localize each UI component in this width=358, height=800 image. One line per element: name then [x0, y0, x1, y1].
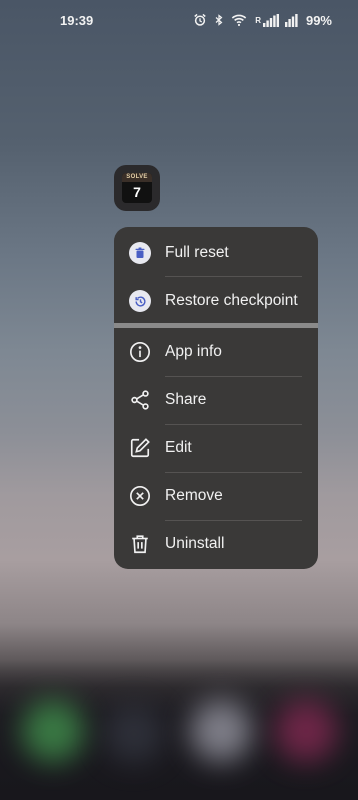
battery-level: 99%	[305, 12, 332, 28]
edit-icon	[129, 437, 151, 459]
app-context-menu: Full reset Restore checkpoint App info S…	[114, 227, 318, 569]
roaming-label: R	[255, 15, 261, 25]
menu-item-app-info[interactable]: App info	[114, 328, 318, 376]
history-icon	[129, 290, 151, 312]
app-icon-graphic: SOLVE 7	[122, 173, 152, 203]
menu-item-uninstall[interactable]: Uninstall	[114, 520, 318, 568]
menu-item-label: Share	[165, 391, 207, 408]
signal-icon	[262, 13, 279, 27]
bluetooth-icon	[213, 13, 225, 27]
menu-item-label: Remove	[165, 487, 223, 504]
trash-icon	[129, 242, 151, 264]
signal-icon	[284, 13, 298, 27]
menu-item-edit[interactable]: Edit	[114, 424, 318, 472]
alarm-icon	[193, 13, 207, 27]
wifi-icon	[231, 13, 247, 27]
status-icons: R 99%	[193, 13, 332, 28]
menu-item-full-reset[interactable]: Full reset	[114, 229, 318, 277]
close-circle-icon	[129, 485, 151, 507]
menu-item-label: Uninstall	[165, 535, 225, 552]
app-icon[interactable]: SOLVE 7	[114, 165, 160, 211]
menu-item-restore-checkpoint[interactable]: Restore checkpoint	[114, 277, 318, 325]
status-bar: 19:39 R 99%	[0, 0, 358, 40]
status-time: 19:39	[60, 12, 94, 28]
app-icon-top-text: SOLVE	[122, 173, 152, 182]
dock-app-blurred	[275, 700, 337, 762]
menu-item-share[interactable]: Share	[114, 376, 318, 424]
trash-icon	[129, 533, 151, 555]
dock-app-blurred	[22, 700, 84, 762]
dock-app-blurred	[105, 705, 163, 763]
menu-item-label: Full reset	[165, 244, 229, 261]
share-icon	[129, 389, 151, 411]
app-icon-number: 7	[133, 184, 141, 200]
menu-item-label: Edit	[165, 439, 192, 456]
menu-item-remove[interactable]: Remove	[114, 472, 318, 520]
menu-item-label: Restore checkpoint	[165, 292, 298, 309]
info-icon	[129, 341, 151, 363]
dock-app-blurred	[190, 700, 252, 762]
menu-item-label: App info	[165, 343, 222, 360]
